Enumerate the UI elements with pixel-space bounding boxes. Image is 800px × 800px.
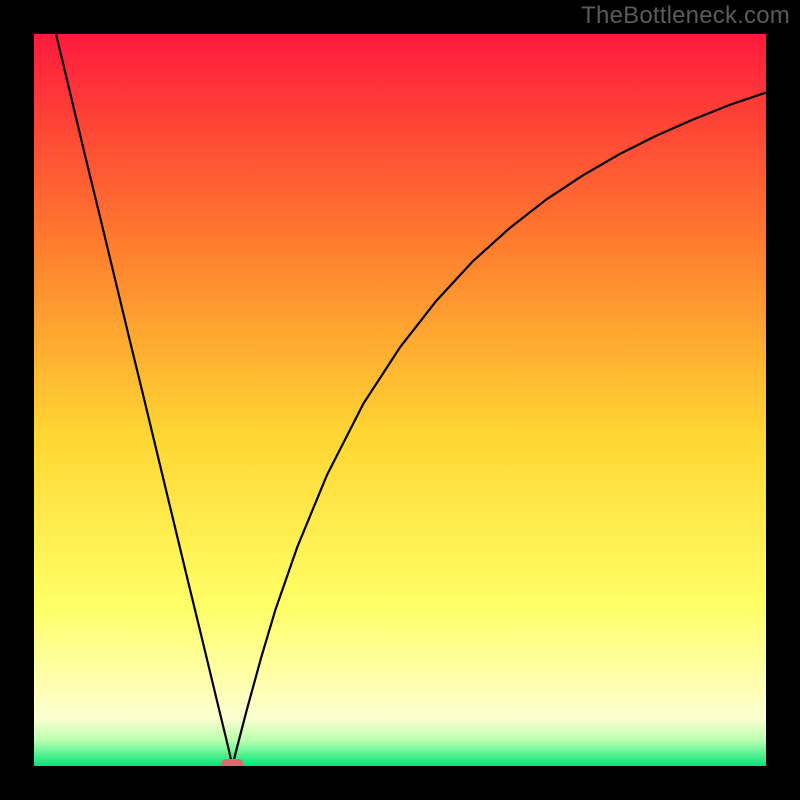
- chart-frame: TheBottleneck.com: [0, 0, 800, 800]
- plot-area: [34, 34, 766, 766]
- watermark-text: TheBottleneck.com: [581, 2, 790, 30]
- chart-svg: [34, 34, 766, 766]
- min-marker: [221, 759, 243, 766]
